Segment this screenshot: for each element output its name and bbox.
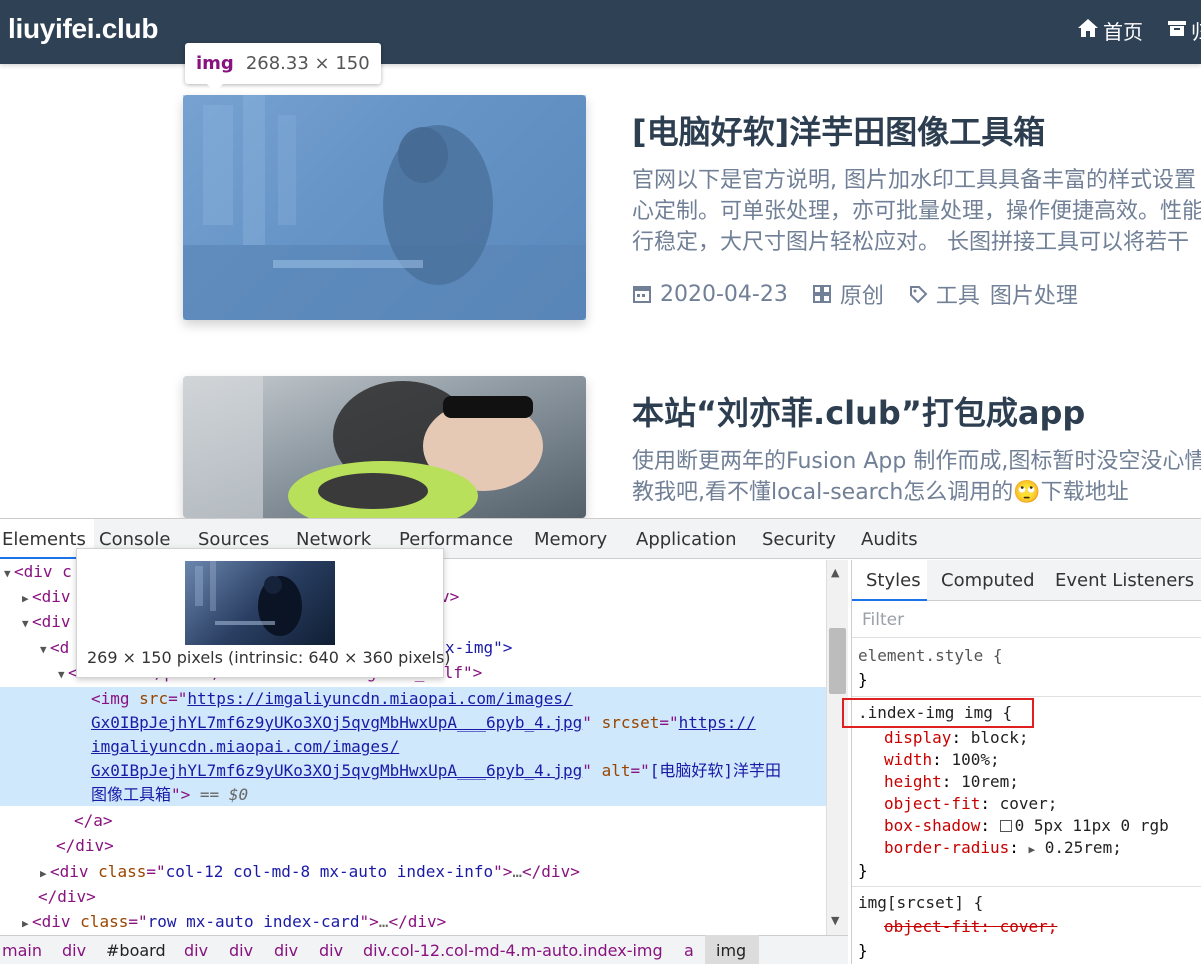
nav-archive-link[interactable]: 归 — [1167, 16, 1201, 45]
collapse-triangle-icon[interactable]: ▼ — [58, 663, 68, 687]
tab-security[interactable]: Security — [762, 529, 836, 550]
dom-node[interactable]: ▶ <div class="col-12 col-md-8 mx-auto ind… — [0, 860, 826, 884]
rule-close-brace: } — [858, 670, 868, 689]
excerpt-line: 心定制。可单张处理，亦可批量处理，操作便捷高效。性能 — [632, 199, 1201, 224]
breadcrumb-item[interactable]: div — [274, 941, 298, 960]
styles-filter-input[interactable]: Filter — [862, 610, 904, 630]
calendar-icon — [632, 284, 652, 304]
post-category[interactable]: 原创 — [840, 278, 884, 310]
category-icon — [812, 284, 832, 304]
nav-home-label: 首页 — [1103, 19, 1143, 44]
breadcrumb-item[interactable]: div — [184, 941, 208, 960]
breadcrumb-item[interactable]: div — [62, 941, 86, 960]
nav-archive-label: 归 — [1191, 16, 1201, 45]
css-declaration[interactable]: object-fit: cover; — [884, 793, 1057, 815]
dom-node[interactable]: </a> — [0, 809, 826, 833]
rule-divider — [852, 696, 1201, 697]
element-style-rule[interactable]: element.style { — [858, 645, 1003, 667]
tab-memory[interactable]: Memory — [534, 529, 607, 550]
excerpt-line: 官网以下是官方说明, 图片加水印工具具备丰富的样式设置 — [632, 168, 1196, 193]
srcset-link[interactable]: imgaliyuncdn.miaopai.com/images/ — [91, 737, 399, 756]
css-declaration[interactable]: display: block; — [884, 727, 1029, 749]
collapse-triangle-icon[interactable]: ▼ — [40, 638, 50, 662]
css-declaration[interactable]: height: 10rem; — [884, 771, 1019, 793]
breadcrumb-item[interactable]: div — [319, 941, 343, 960]
collapse-triangle-icon[interactable]: ▼ — [22, 612, 32, 636]
post-meta: 2020-04-23 原创 工具 图片处理 — [632, 278, 1078, 310]
site-brand[interactable]: liuyifei.club — [8, 13, 158, 45]
highlight-size: 268.33 × 150 — [245, 53, 370, 74]
rule-selector[interactable]: img[srcset] { — [858, 892, 983, 914]
dom-scrollbar-thumb[interactable] — [829, 628, 846, 694]
tab-network[interactable]: Network — [296, 529, 371, 550]
shadow-editor-icon[interactable] — [999, 820, 1012, 832]
breadcrumb-item[interactable]: div.col-12.col-md-4.m-auto.index-img — [363, 941, 663, 960]
expand-triangle-icon[interactable]: ▶ — [22, 587, 32, 611]
tab-application[interactable]: Application — [636, 529, 737, 550]
expand-triangle-icon[interactable]: ▶ — [22, 912, 32, 935]
element-highlight-overlay — [183, 95, 586, 320]
post-title[interactable]: 本站“刘亦菲.club”打包成app — [632, 388, 1085, 434]
tab-event-listeners[interactable]: Event Listeners — [1055, 570, 1194, 591]
expand-triangle-icon[interactable]: ▶ — [40, 862, 50, 886]
rule-close-brace: } — [858, 861, 868, 880]
archive-icon — [1167, 18, 1187, 42]
dom-node[interactable]: ▶ <div class="row mx-auto index-card">…</… — [0, 910, 826, 934]
breadcrumb-item[interactable]: div — [229, 941, 253, 960]
post-thumbnail[interactable] — [183, 376, 586, 518]
dom-scrollbar[interactable] — [826, 560, 848, 935]
scroll-up-icon[interactable]: ▲ — [831, 566, 839, 579]
top-navbar — [0, 0, 1201, 64]
expand-triangle-icon[interactable]: ▶ — [1029, 843, 1036, 856]
breadcrumb-item-active[interactable]: img — [716, 941, 746, 960]
css-declaration[interactable]: width: 100%; — [884, 749, 1000, 771]
dom-node-img[interactable]: <img src="https://imgaliyuncdn.miaopai.c… — [91, 687, 573, 711]
image-preview-caption: 269 × 150 pixels (intrinsic: 640 × 360 p… — [87, 648, 451, 667]
srcset-link[interactable]: https:// — [679, 713, 756, 732]
dom-node[interactable]: </div> — [0, 834, 826, 858]
dom-node[interactable]: </div> — [0, 885, 826, 909]
rule-divider — [852, 886, 1201, 887]
excerpt-line: 行稳定，大尺寸图片轻松应对。 长图拼接工具可以将若干 — [632, 230, 1189, 255]
excerpt-line: 使用断更两年的Fusion App 制作而成,图标暂时没空没心情 — [632, 449, 1201, 474]
scroll-down-icon[interactable]: ▼ — [831, 914, 839, 927]
styles-filter-bar — [852, 602, 1201, 638]
src-link[interactable]: Gx0IBpJejhYL7mf6z9yUKo3XOj5qvgMbHwxUpA__… — [91, 713, 582, 732]
post-date: 2020-04-23 — [660, 281, 788, 307]
breadcrumb-item[interactable]: #board — [106, 941, 166, 960]
image-preview-thumbnail — [185, 561, 335, 645]
home-icon — [1077, 18, 1099, 43]
highlight-tag-name: img — [196, 53, 234, 74]
excerpt-line: 教我吧,看不懂local-search怎么调用的🙄下载地址 — [632, 480, 1129, 505]
tab-console[interactable]: Console — [99, 529, 170, 550]
nav-home-link[interactable]: 首页 — [1077, 17, 1143, 44]
srcset-link[interactable]: Gx0IBpJejhYL7mf6z9yUKo3XOj5qvgMbHwxUpA__… — [91, 761, 582, 780]
post-title[interactable]: [电脑好软]洋芋田图像工具箱 — [632, 107, 1045, 153]
element-highlight-tooltip: img 268.33 × 150 — [185, 43, 381, 92]
rule-selector[interactable]: .index-img img { — [858, 702, 1012, 724]
rule-close-brace: } — [858, 941, 868, 960]
tab-performance[interactable]: Performance — [399, 529, 513, 550]
post-tag[interactable]: 图片处理 — [990, 278, 1078, 310]
tab-audits[interactable]: Audits — [861, 529, 918, 550]
breadcrumb-item[interactable]: main — [2, 941, 42, 960]
post-excerpt: 官网以下是官方说明, 图片加水印工具具备丰富的样式设置 心定制。可单张处理，亦可… — [632, 165, 1201, 258]
tab-computed[interactable]: Computed — [941, 570, 1035, 591]
tag-icon — [908, 284, 928, 304]
src-link[interactable]: https://imgaliyuncdn.miaopai.com/images/ — [187, 689, 572, 708]
css-declaration-overridden[interactable]: object-fit: cover; — [884, 916, 1057, 938]
tab-styles[interactable]: Styles — [852, 560, 927, 601]
css-declaration[interactable]: border-radius: ▶ 0.25rem; — [884, 837, 1122, 859]
breadcrumb-item[interactable]: a — [684, 941, 694, 960]
post-tag[interactable]: 工具 — [936, 278, 980, 310]
tab-sources[interactable]: Sources — [198, 529, 269, 550]
collapse-triangle-icon[interactable]: ▼ — [4, 562, 14, 586]
css-declaration[interactable]: box-shadow: 0 5px 11px 0 rgb — [884, 815, 1201, 837]
post-excerpt: 使用断更两年的Fusion App 制作而成,图标暂时没空没心情 教我吧,看不懂… — [632, 446, 1201, 508]
